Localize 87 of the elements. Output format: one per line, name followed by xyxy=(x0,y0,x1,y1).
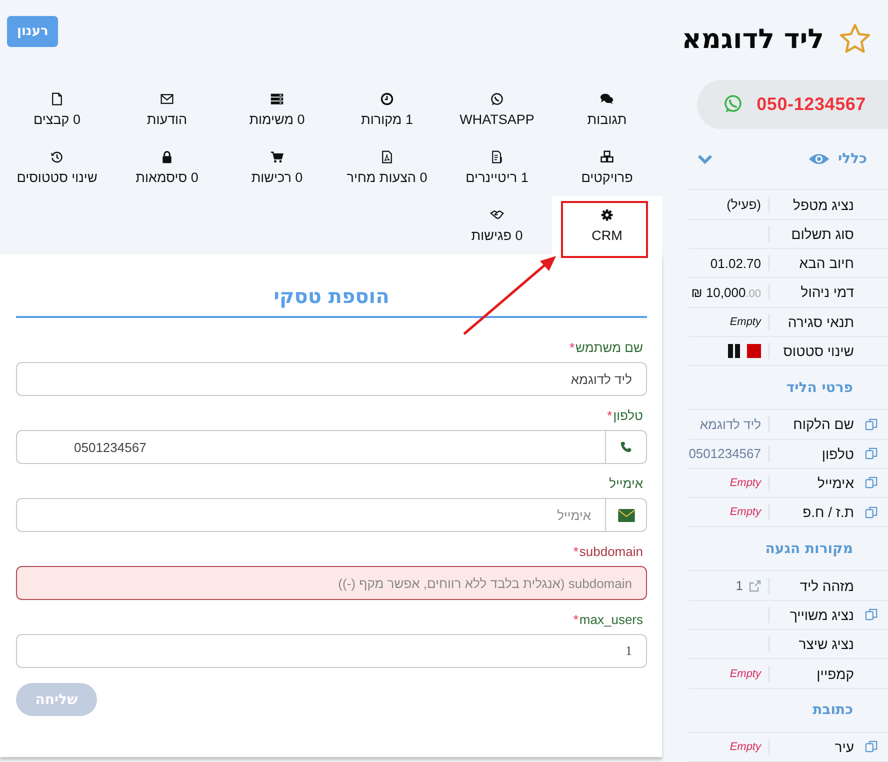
field-label: ת.ז / ח.פ xyxy=(768,504,854,520)
clock-icon xyxy=(380,92,394,106)
required-mark: * xyxy=(573,612,578,627)
info-value: 1 xyxy=(736,578,743,594)
field-label: קמפיין xyxy=(768,666,854,682)
tab[interactable]: 1 ריטיינרים xyxy=(442,138,552,196)
tab[interactable]: תגובות xyxy=(552,80,662,138)
field-label: חיוב הבא xyxy=(768,255,854,272)
info-value: Empty xyxy=(730,506,761,518)
gear-icon xyxy=(600,208,614,222)
info-value: Empty xyxy=(730,316,761,328)
tab[interactable]: 0 משימות xyxy=(222,80,332,138)
phone-icon xyxy=(620,441,632,453)
stop-icon[interactable] xyxy=(747,344,761,358)
invoice-icon xyxy=(490,150,504,164)
external-link-icon[interactable] xyxy=(749,580,761,592)
input-field[interactable]: ליד לדוגמא xyxy=(16,362,647,396)
required-mark: * xyxy=(573,544,578,559)
field-label: תנאי סגירה xyxy=(768,314,854,330)
field-label: נציג מטפל xyxy=(768,196,854,213)
field-label: אימייל xyxy=(609,476,643,491)
copy-icon[interactable] xyxy=(864,447,878,460)
info-value: Empty xyxy=(730,740,761,753)
tab[interactable]: הודעות xyxy=(112,80,222,138)
field-label: max_users xyxy=(579,612,643,627)
info-value: Empty xyxy=(730,668,761,680)
envelope-icon xyxy=(618,508,634,522)
input-field[interactable]: אימייל xyxy=(16,498,605,532)
info-value: Empty xyxy=(730,476,761,489)
field-label: טלפון xyxy=(613,408,643,423)
field-label: טלפון xyxy=(768,446,854,462)
server-stack-icon xyxy=(270,92,284,106)
info-value: (פעיל) xyxy=(726,197,761,212)
page-title: ליד לדוגמא xyxy=(682,24,824,54)
field-label: שם הלקוח xyxy=(768,416,854,432)
tab[interactable]: 0 פגישות xyxy=(442,196,552,254)
tab[interactable]: פרויקטים xyxy=(552,138,662,196)
tab[interactable]: שינוי סטטוסים xyxy=(2,138,112,196)
section-title: כתובת xyxy=(812,702,853,718)
pdf-document-icon xyxy=(380,150,394,164)
input-field[interactable]: 1 xyxy=(16,634,647,668)
history-icon xyxy=(50,150,64,164)
eye-icon xyxy=(808,152,830,166)
section-title: פרטי הליד xyxy=(786,380,853,396)
info-value: ליד לדוגמא xyxy=(700,416,761,432)
field-label: סוג תשלום xyxy=(768,226,854,242)
tab[interactable]: 1 מקורות xyxy=(332,80,442,138)
star-icon xyxy=(838,22,872,56)
tab[interactable]: 0 הצעות מחיר xyxy=(332,138,442,196)
field-label: subdomain xyxy=(579,544,643,559)
field-label: שינוי סטטוס xyxy=(768,343,854,360)
tab[interactable]: 0 סיסמאות xyxy=(112,138,222,196)
field-label: נציג שיצר xyxy=(768,636,854,652)
input-field[interactable]: 0501234567 xyxy=(16,430,605,464)
tab[interactable]: 0 קבצים xyxy=(2,80,112,138)
copy-icon[interactable] xyxy=(864,608,878,622)
tab[interactable]: 0 רכישות xyxy=(222,138,332,196)
cart-icon xyxy=(270,150,284,164)
envelope-icon xyxy=(160,92,174,106)
required-mark: * xyxy=(569,340,574,355)
field-label: מזהה ליד xyxy=(768,578,854,594)
info-value: 01.02.70 xyxy=(710,256,761,271)
tab[interactable]: WHATSAPP xyxy=(442,80,552,138)
form-title: הוספת טסקי xyxy=(16,284,647,318)
field-label: עיר xyxy=(768,738,854,755)
field-label: שם משתמש xyxy=(576,340,643,355)
copy-icon[interactable] xyxy=(864,506,878,519)
chat-phone-icon[interactable] xyxy=(722,94,743,114)
field-label: דמי ניהול xyxy=(768,284,854,300)
copy-icon[interactable] xyxy=(864,476,878,490)
lock-icon xyxy=(160,150,174,164)
required-mark: * xyxy=(607,408,612,423)
input-field[interactable]: subdomain (אנגלית בלבד ללא רווחים, אפשר מקף (-)) xyxy=(16,566,647,600)
copy-icon[interactable] xyxy=(864,740,878,754)
document-icon xyxy=(50,92,64,106)
section-title: מקורות הגעה xyxy=(765,540,853,557)
handshake-icon xyxy=(490,208,504,222)
field-label: אימייל xyxy=(768,474,854,491)
pause-icon[interactable] xyxy=(727,344,741,358)
field-label: נציג משוייך xyxy=(768,606,854,623)
phone-bubble-icon xyxy=(490,92,504,106)
chat-bubbles-icon xyxy=(600,92,614,106)
amount-value: ₪ 10,000.00 xyxy=(691,284,761,300)
cubes-icon xyxy=(600,150,614,164)
info-value: 0501234567 xyxy=(688,446,761,462)
copy-icon[interactable] xyxy=(864,418,878,431)
chevron-down-icon[interactable] xyxy=(697,153,713,166)
